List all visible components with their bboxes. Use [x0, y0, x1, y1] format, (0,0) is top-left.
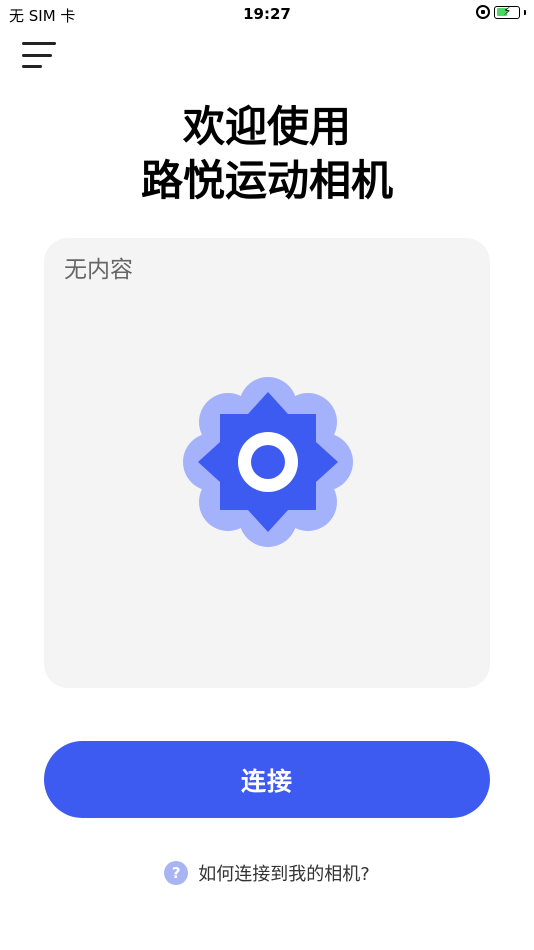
battery-tip — [524, 9, 526, 15]
help-text: 如何连接到我的相机? — [198, 864, 370, 885]
question-icon: ? — [164, 861, 189, 885]
status-bar: 无 SIM 卡 19:27 ⚡ — [0, 0, 534, 28]
charging-bolt-icon: ⚡ — [503, 3, 512, 18]
content-card: 无内容 — [44, 238, 490, 688]
clock: 19:27 — [243, 5, 291, 23]
welcome-title-line1: 欢迎使用 — [182, 102, 351, 151]
status-indicators: ⚡ — [476, 3, 526, 19]
orientation-lock-icon — [476, 5, 490, 19]
app-screen: 无 SIM 卡 19:27 ⚡ 欢迎使用 路悦运动相机 无内容 连接 ? 如何连… — [0, 0, 534, 950]
flower-logo-icon — [183, 377, 353, 547]
help-link[interactable]: ? 如何连接到我的相机? — [0, 860, 534, 886]
battery-icon: ⚡ — [494, 3, 520, 19]
menu-icon[interactable] — [22, 42, 56, 68]
connect-button[interactable]: 连接 — [44, 741, 490, 818]
welcome-title: 欢迎使用 路悦运动相机 — [0, 100, 534, 208]
welcome-title-line2: 路悦运动相机 — [140, 156, 393, 205]
empty-state-label: 无内容 — [64, 257, 133, 283]
